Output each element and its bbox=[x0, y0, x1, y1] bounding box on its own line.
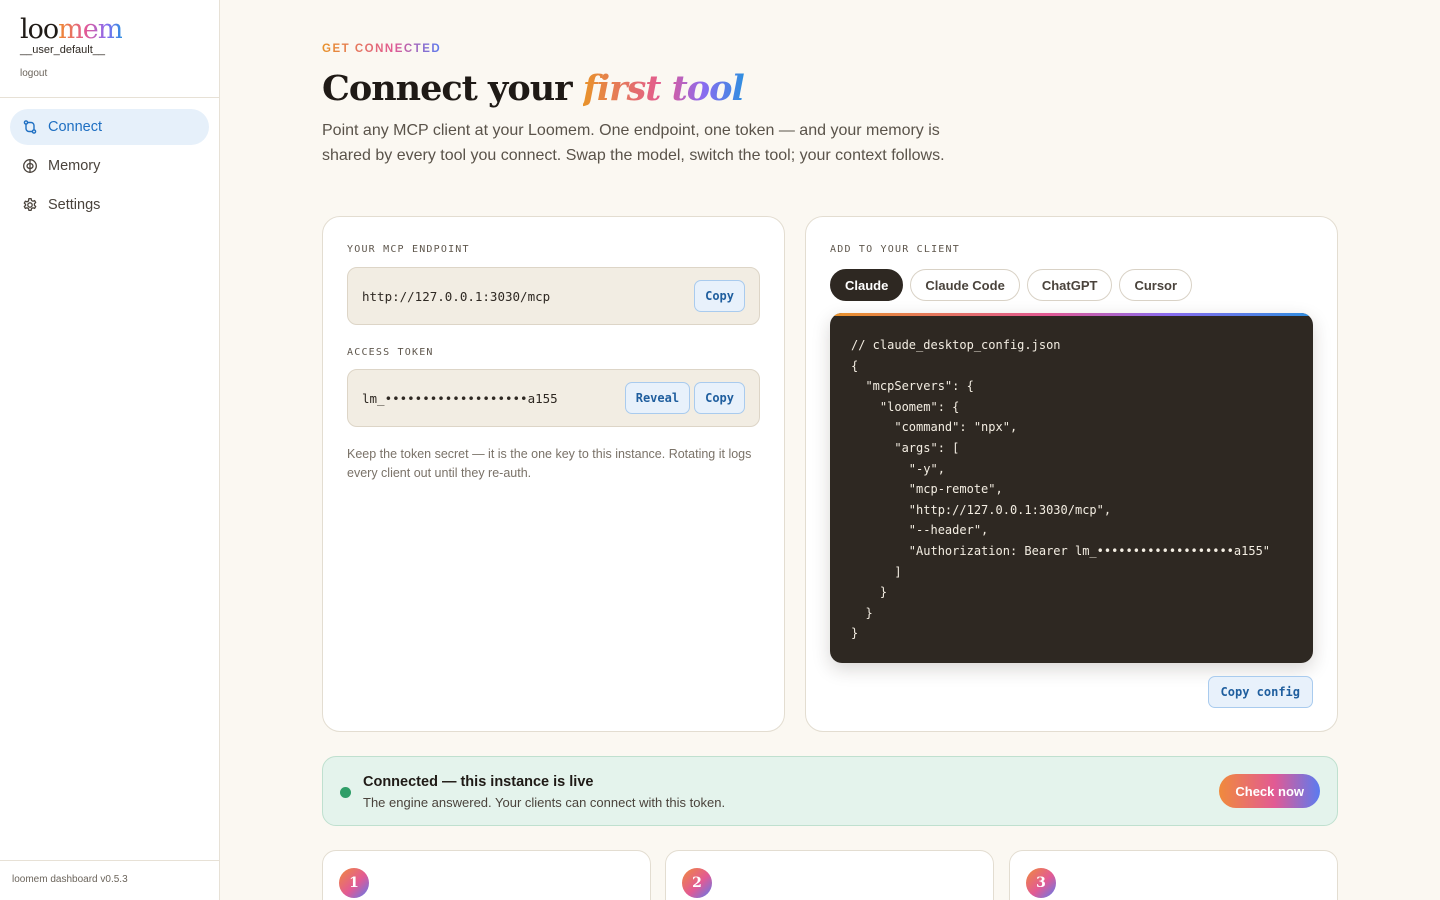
client-card: ADD TO YOUR CLIENT Claude Claude Code Ch… bbox=[805, 216, 1338, 732]
tab-claude-code[interactable]: Claude Code bbox=[910, 269, 1020, 301]
endpoint-field: http://127.0.0.1:3030/mcp Copy bbox=[347, 267, 760, 325]
connection-status-banner: Connected — this instance is live The en… bbox=[322, 756, 1338, 826]
plug-icon bbox=[22, 119, 38, 135]
status-subtitle: The engine answered. Your clients can co… bbox=[363, 795, 726, 810]
brand-block: loomem __user_default__ logout bbox=[0, 0, 219, 98]
step-card: 1 bbox=[322, 850, 651, 900]
sidebar-nav: Connect Memory Settings bbox=[0, 98, 219, 237]
step-number: 1 bbox=[339, 868, 369, 898]
version-label: loomem dashboard v0.5.3 bbox=[0, 860, 219, 900]
step-card: 2 bbox=[665, 850, 994, 900]
sidebar: loomem __user_default__ logout Connect M… bbox=[0, 0, 220, 900]
page-title: Connect your first tool bbox=[322, 68, 745, 109]
sidebar-item-label: Connect bbox=[48, 119, 103, 135]
check-now-button[interactable]: Check now bbox=[1219, 774, 1320, 808]
copy-config-button[interactable]: Copy config bbox=[1207, 676, 1313, 708]
config-code-block: // claude_desktop_config.json { "mcpServ… bbox=[830, 313, 1313, 663]
logo-accent: mem bbox=[58, 14, 123, 45]
copy-token-button[interactable]: Copy bbox=[694, 382, 745, 414]
tab-claude[interactable]: Claude bbox=[830, 269, 904, 301]
token-field: lm_•••••••••••••••••••a155 Reveal Copy bbox=[347, 369, 760, 427]
sidebar-item-label: Settings bbox=[48, 197, 101, 213]
endpoint-card: YOUR MCP ENDPOINT http://127.0.0.1:3030/… bbox=[322, 216, 785, 732]
sidebar-item-settings[interactable]: Settings bbox=[10, 187, 209, 223]
token-label: ACCESS TOKEN bbox=[347, 347, 434, 358]
config-code[interactable]: // claude_desktop_config.json { "mcpServ… bbox=[830, 316, 1313, 663]
sidebar-item-label: Memory bbox=[48, 158, 101, 174]
title-prefix: Connect your bbox=[322, 68, 583, 109]
gear-icon bbox=[22, 197, 38, 213]
token-note: Keep the token secret — it is the one ke… bbox=[347, 447, 752, 480]
logo-prefix: loo bbox=[20, 14, 59, 45]
brain-icon bbox=[22, 158, 38, 174]
status-dot-icon bbox=[340, 787, 351, 798]
token-value[interactable]: lm_•••••••••••••••••••a155 bbox=[362, 391, 621, 406]
reveal-token-button[interactable]: Reveal bbox=[624, 382, 691, 414]
eyebrow: GET CONNECTED bbox=[322, 43, 442, 55]
endpoint-label: YOUR MCP ENDPOINT bbox=[347, 244, 470, 255]
client-tabs: Claude Claude Code ChatGPT Cursor bbox=[830, 269, 1199, 301]
step-number: 3 bbox=[1026, 868, 1056, 898]
page-description: Point any MCP client at your Loomem. One… bbox=[322, 122, 945, 164]
sidebar-item-memory[interactable]: Memory bbox=[10, 148, 209, 184]
copy-endpoint-button[interactable]: Copy bbox=[694, 280, 745, 312]
username: __user_default__ bbox=[20, 44, 106, 56]
endpoint-value[interactable]: http://127.0.0.1:3030/mcp bbox=[362, 289, 690, 304]
sidebar-item-connect[interactable]: Connect bbox=[10, 109, 209, 145]
step-card: 3 bbox=[1009, 850, 1338, 900]
logout-link[interactable]: logout bbox=[20, 68, 47, 79]
step-number: 2 bbox=[682, 868, 712, 898]
client-label: ADD TO YOUR CLIENT bbox=[830, 244, 960, 255]
logo[interactable]: loomem bbox=[20, 16, 199, 44]
status-title: Connected — this instance is live bbox=[363, 774, 594, 790]
title-accent: first tool bbox=[582, 68, 745, 109]
tab-cursor[interactable]: Cursor bbox=[1119, 269, 1193, 301]
tab-chatgpt[interactable]: ChatGPT bbox=[1026, 269, 1113, 301]
